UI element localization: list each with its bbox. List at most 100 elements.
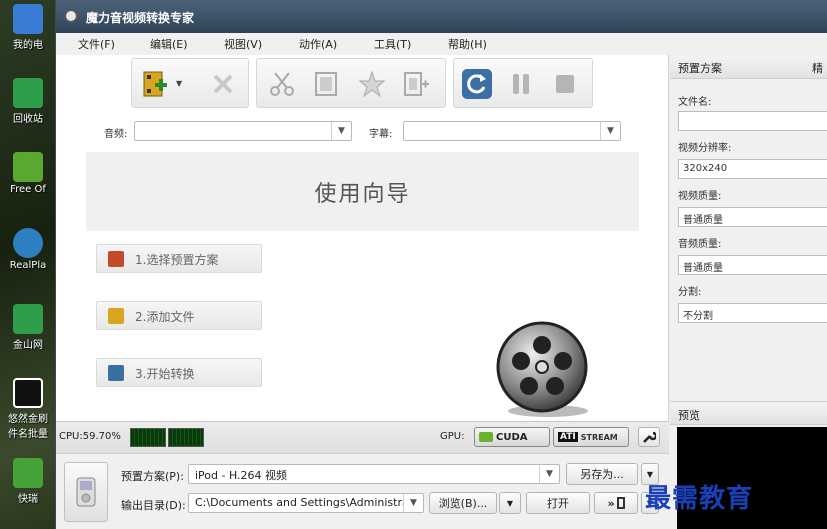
window-title: 魔力音视频转换专家 <box>86 11 195 25</box>
ati-stream-badge[interactable]: ATI STREAM <box>553 427 629 447</box>
menu-help[interactable]: 帮助(H) <box>448 36 487 52</box>
app-shortcut-icon <box>13 378 43 408</box>
cpu-meter <box>130 428 166 447</box>
preset-panel-header: 预置方案 精 <box>670 55 827 79</box>
cpu-usage-text: CPU:59.70% <box>59 431 121 442</box>
output-settings-bar: 预置方案(P): iPod - H.264 视频 ▼ 另存为... ▼ 输出目录… <box>56 453 669 529</box>
wizard-heading: 使用向导 <box>86 152 639 231</box>
save-as-button[interactable]: 另存为... <box>566 463 638 485</box>
chevron-down-icon: ▼ <box>539 465 559 483</box>
app-shortcut-icon <box>13 152 43 182</box>
preview-header: 预览 <box>670 401 827 425</box>
browse-button[interactable]: 浏览(B)... <box>429 492 497 514</box>
stream-label: STREAM <box>580 432 618 442</box>
add-file-icon <box>108 308 124 324</box>
device-icon <box>616 497 625 509</box>
preset-label: 预置方案(P): <box>121 470 184 483</box>
video-quality-field[interactable]: 普通质量 <box>678 207 827 227</box>
refresh-icon <box>108 365 124 381</box>
desktop-icon-realplayer[interactable]: RealPla <box>0 228 56 271</box>
effect-button[interactable] <box>355 67 389 101</box>
wizard-step-label: 2.添加文件 <box>135 310 195 324</box>
preset-panel-tab[interactable]: 精 <box>812 60 823 76</box>
desktop-icon-label: 件名批量 <box>8 429 48 440</box>
star-icon <box>358 70 386 98</box>
stop-button[interactable] <box>548 67 582 101</box>
output-dir-value: C:\Documents and Settings\Administra <box>195 496 403 509</box>
desktop-icon-kingsoft[interactable]: 金山网 <box>0 304 56 351</box>
split-field[interactable]: 不分割 <box>678 303 827 323</box>
remove-button[interactable] <box>206 67 240 101</box>
computer-icon <box>13 4 43 34</box>
subtitle-select[interactable]: ▼ <box>403 121 621 141</box>
output-dir-label: 输出目录(D): <box>121 499 186 512</box>
app-icon <box>64 9 78 23</box>
desktop-icon-label: 快瑞 <box>18 494 38 505</box>
export-button[interactable]: » <box>594 492 638 514</box>
resolution-field[interactable]: 320x240 <box>678 159 827 179</box>
wizard-step-start-convert[interactable]: 3.开始转换 <box>96 358 262 387</box>
watermark-text: 最需教育 <box>645 484 754 514</box>
audio-quality-label: 音频质量: <box>678 239 722 250</box>
cuda-badge[interactable]: CUDA <box>474 427 550 447</box>
stop-icon <box>556 75 574 93</box>
menu-action[interactable]: 动作(A) <box>299 36 337 52</box>
desktop-icon-label: 回收站 <box>13 114 43 125</box>
desktop-icon-label: Free Of <box>10 184 46 195</box>
filename-label: 文件名: <box>678 97 712 108</box>
desktop-icon-freeoffice[interactable]: Free Of <box>0 152 56 195</box>
desktop-icon-my-computer[interactable]: 我的电 <box>0 4 56 51</box>
chevron-down-icon[interactable]: ▼ <box>176 79 182 88</box>
menu-edit[interactable]: 编辑(E) <box>150 36 188 52</box>
clip-button[interactable] <box>309 67 343 101</box>
pause-button[interactable] <box>504 67 538 101</box>
toolbar-group-convert <box>453 58 593 108</box>
cut-button[interactable] <box>265 67 299 101</box>
wizard-step-add-file[interactable]: 2.添加文件 <box>96 301 262 330</box>
app-shortcut-icon <box>13 304 43 334</box>
device-preview <box>64 462 108 522</box>
browse-dropdown[interactable]: ▼ <box>499 492 521 514</box>
chevron-down-icon: ▼ <box>331 122 351 140</box>
desktop-icon-label: 金山网 <box>13 340 43 351</box>
audio-select[interactable]: ▼ <box>134 121 352 141</box>
filename-input[interactable] <box>678 111 827 131</box>
preset-panel-title: 预置方案 <box>678 62 722 75</box>
settings-button[interactable] <box>638 427 660 447</box>
start-convert-button[interactable] <box>460 67 494 101</box>
preset-icon <box>108 251 124 267</box>
film-icon <box>315 72 337 96</box>
preset-panel: 预置方案 精 文件名: 视频分辨率: 320x240 视频质量: 普通质量 音频… <box>670 55 827 529</box>
audio-quality-field[interactable]: 普通质量 <box>678 255 827 275</box>
desktop-icon-label: 我的电 <box>13 40 43 51</box>
preset-select-value: iPod - H.264 视频 <box>195 469 288 482</box>
menu-tools[interactable]: 工具(T) <box>374 36 411 52</box>
desktop-icon-label: 悠然金刷 <box>8 414 48 425</box>
toolbar-group-edit <box>256 58 446 108</box>
desktop-icon-kuaibo[interactable]: 快瑞 <box>0 458 56 505</box>
desktop-icon-recycle-bin[interactable]: 回收站 <box>0 78 56 125</box>
nvidia-icon <box>479 432 493 442</box>
menu-view[interactable]: 视图(V) <box>224 36 262 52</box>
ipod-icon <box>76 477 96 507</box>
scissors-icon <box>270 72 294 96</box>
open-button[interactable]: 打开 <box>526 492 590 514</box>
output-dir-select[interactable]: C:\Documents and Settings\Administra ▼ <box>188 493 424 513</box>
desktop-icon-renamer[interactable]: 悠然金刷 件名批量 <box>0 378 56 440</box>
app-window: 魔力音视频转换专家 文件(F) 编辑(E) 视图(V) 动作(A) 工具(T) … <box>55 0 827 529</box>
subtitle-label: 字幕: <box>369 129 393 140</box>
menu-file[interactable]: 文件(F) <box>78 36 115 52</box>
wizard-step-label: 3.开始转换 <box>135 367 195 381</box>
merge-button[interactable] <box>399 67 433 101</box>
main-panel: ▼ 音频: ▼ 字幕: ▼ 使用向导 1.选择预置方案 2.添加文件 3.开始转… <box>56 55 669 421</box>
preset-select[interactable]: iPod - H.264 视频 ▼ <box>188 464 560 484</box>
audio-label: 音频: <box>104 129 128 140</box>
menu-bar: 文件(F) 编辑(E) 视图(V) 动作(A) 工具(T) 帮助(H) <box>56 33 827 55</box>
gpu-label: GPU: <box>440 431 465 442</box>
add-file-button[interactable] <box>138 67 172 101</box>
wizard-step-select-preset[interactable]: 1.选择预置方案 <box>96 244 262 273</box>
toolbar-group-file: ▼ <box>131 58 249 108</box>
wrench-icon <box>643 431 656 443</box>
video-quality-label: 视频质量: <box>678 191 722 202</box>
title-bar[interactable]: 魔力音视频转换专家 <box>56 0 827 33</box>
